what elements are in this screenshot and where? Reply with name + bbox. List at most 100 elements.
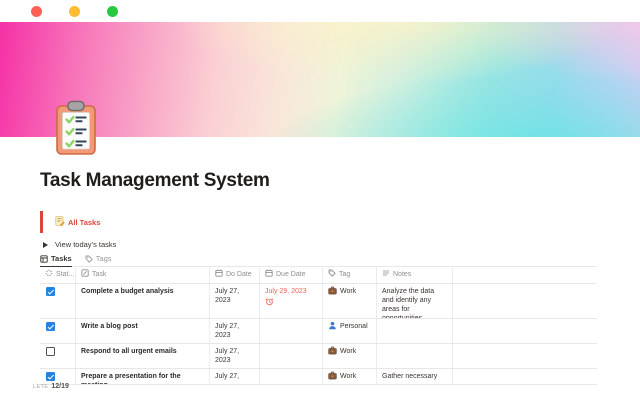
- notion-window: Task Management System All Tasks View to…: [0, 0, 640, 400]
- close-button[interactable]: [31, 6, 42, 17]
- do-date-value: July 27, 2023: [215, 348, 240, 364]
- do-date-value: July 27, 2023: [215, 323, 240, 339]
- all-tasks-callout[interactable]: All Tasks: [40, 211, 100, 233]
- table-row: Prepare a presentation for the meeting J…: [40, 369, 597, 385]
- task-cell[interactable]: Respond to all urgent emails: [76, 344, 210, 368]
- do-date-value: July 27,: [215, 373, 240, 380]
- notes-text: Gather necessary: [382, 373, 438, 380]
- tab-tags[interactable]: Tags: [85, 254, 112, 266]
- notes-cell[interactable]: [377, 319, 453, 343]
- tag-icon: [85, 255, 93, 263]
- column-header-do-date[interactable]: Do Date: [210, 266, 260, 283]
- column-label: Stat...: [56, 271, 75, 278]
- table-header-row: Stat... Task Do Date Due Date Tag Notes: [40, 266, 597, 284]
- calc-label: LETE: [33, 384, 49, 390]
- tag-label: Work: [340, 348, 357, 355]
- toggle-view-todays-tasks[interactable]: View today’s tasks: [43, 240, 116, 249]
- zoom-button[interactable]: [107, 6, 118, 17]
- do-date-cell[interactable]: July 27, 2023: [210, 319, 260, 343]
- empty-cell[interactable]: [453, 319, 597, 343]
- view-tabs: Tasks Tags: [40, 251, 597, 267]
- task-cell[interactable]: Write a blog post: [76, 319, 210, 343]
- table-row: Complete a budget analysis July 27, 2023…: [40, 284, 597, 319]
- task-checkbox[interactable]: [46, 347, 55, 356]
- column-header-task[interactable]: Task: [76, 266, 210, 283]
- table-row: Write a blog post July 27, 2023 Personal: [40, 319, 597, 344]
- column-label: Due Date: [276, 271, 306, 278]
- memo-icon: [55, 213, 65, 231]
- window-titlebar: [0, 0, 640, 22]
- task-checkbox[interactable]: [46, 287, 55, 296]
- due-date-value: July 29, 2023: [265, 288, 307, 295]
- status-cell[interactable]: [40, 344, 76, 368]
- tab-tasks-label: Tasks: [51, 254, 72, 263]
- briefcase-icon: [328, 346, 337, 358]
- column-header-notes[interactable]: Notes: [377, 266, 453, 283]
- status-cell[interactable]: [40, 369, 76, 384]
- due-date-cell[interactable]: [260, 344, 323, 368]
- tag-cell[interactable]: Work: [323, 344, 377, 368]
- calendar-icon: [215, 269, 223, 280]
- notes-cell[interactable]: [377, 344, 453, 368]
- empty-cell[interactable]: [453, 369, 597, 384]
- task-title: Complete a budget analysis: [81, 288, 174, 295]
- due-date-cell[interactable]: July 29, 2023: [260, 284, 323, 318]
- tag-label: Work: [340, 288, 357, 295]
- task-title: Prepare a presentation for the meeting: [81, 373, 181, 384]
- status-icon: [45, 269, 53, 280]
- column-header-tag[interactable]: Tag: [323, 266, 377, 283]
- column-label: Tag: [339, 271, 351, 278]
- column-header-empty[interactable]: [453, 266, 597, 283]
- status-cell[interactable]: [40, 284, 76, 318]
- toggle-triangle-icon: [43, 241, 48, 248]
- status-cell[interactable]: [40, 319, 76, 343]
- text-lines-icon: [382, 269, 390, 280]
- do-date-value: July 27, 2023: [215, 288, 240, 304]
- table-row: Respond to all urgent emails July 27, 20…: [40, 344, 597, 369]
- briefcase-icon: [328, 286, 337, 298]
- task-title: Write a blog post: [81, 323, 138, 330]
- pencil-icon: [81, 269, 89, 280]
- tag-cell[interactable]: Work: [323, 369, 377, 384]
- calendar-icon: [265, 269, 273, 280]
- toggle-label: View today’s tasks: [55, 240, 117, 249]
- empty-cell[interactable]: [453, 284, 597, 318]
- due-date-cell[interactable]: [260, 369, 323, 384]
- task-title: Respond to all urgent emails: [81, 348, 177, 355]
- clipboard-page-icon[interactable]: [54, 99, 98, 157]
- do-date-cell[interactable]: July 27, 2023: [210, 284, 260, 318]
- tag-label: Work: [340, 373, 357, 380]
- tag-label: Personal: [340, 323, 368, 330]
- table-doc-icon: [40, 254, 48, 263]
- minimize-button[interactable]: [69, 6, 80, 17]
- callout-label: All Tasks: [68, 217, 101, 227]
- notes-cell[interactable]: Gather necessary: [377, 369, 453, 384]
- task-cell[interactable]: Prepare a presentation for the meeting: [76, 369, 210, 384]
- column-header-status[interactable]: Stat...: [40, 266, 76, 283]
- table-footer-calc[interactable]: LETE 12/19: [33, 383, 69, 390]
- person-icon: [328, 321, 337, 333]
- notes-text: Analyze the data and identify any areas …: [382, 288, 435, 318]
- calc-value: 12/19: [51, 383, 69, 390]
- column-header-due-date[interactable]: Due Date: [260, 266, 323, 283]
- do-date-cell[interactable]: July 27, 2023: [210, 344, 260, 368]
- task-checkbox[interactable]: [46, 372, 55, 381]
- column-label: Task: [92, 271, 107, 278]
- column-label: Do Date: [226, 271, 252, 278]
- empty-cell[interactable]: [453, 344, 597, 368]
- alarm-clock-icon: [265, 297, 317, 309]
- page-title[interactable]: Task Management System: [40, 170, 270, 192]
- tag-icon: [328, 269, 336, 280]
- do-date-cell[interactable]: July 27,: [210, 369, 260, 384]
- column-label: Notes: [393, 271, 412, 278]
- notes-cell[interactable]: Analyze the data and identify any areas …: [377, 284, 453, 318]
- table-body: Complete a budget analysis July 27, 2023…: [40, 284, 597, 385]
- due-date-cell[interactable]: [260, 319, 323, 343]
- briefcase-icon: [328, 371, 337, 383]
- tag-cell[interactable]: Personal: [323, 319, 377, 343]
- task-cell[interactable]: Complete a budget analysis: [76, 284, 210, 318]
- tasks-table: Stat... Task Do Date Due Date Tag Notes: [40, 266, 597, 385]
- task-checkbox[interactable]: [46, 322, 55, 331]
- tab-tags-label: Tags: [95, 254, 112, 263]
- tag-cell[interactable]: Work: [323, 284, 377, 318]
